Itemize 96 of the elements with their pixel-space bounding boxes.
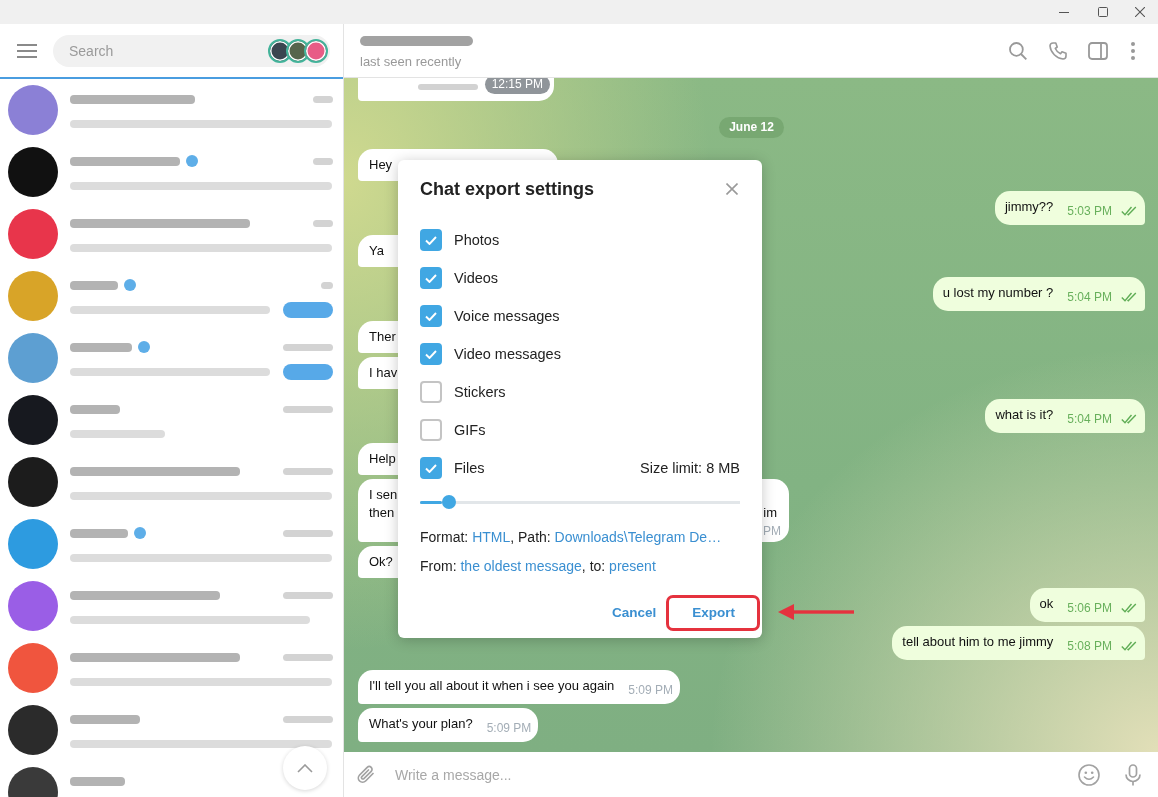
dialog-title: Chat export settings: [420, 178, 595, 201]
redacted-time: [313, 95, 333, 103]
redacted-name: [70, 776, 125, 786]
message-time: PM: [763, 523, 781, 540]
message-time: 5:04 PM: [1067, 290, 1112, 304]
checkbox[interactable]: [420, 305, 442, 327]
phone-icon: [1049, 41, 1067, 60]
message-time: 5:04 PM: [1067, 412, 1112, 426]
redacted-time: [321, 281, 333, 289]
redacted-time: [283, 653, 333, 661]
redacted-name: [70, 404, 120, 414]
redacted-name: [70, 528, 128, 538]
redacted-text: [418, 84, 478, 90]
message-time: 5:03 PM: [1067, 204, 1112, 218]
option-label: Video messages: [454, 346, 562, 362]
microphone-icon: [1125, 763, 1141, 786]
checkmark-icon: [425, 235, 437, 245]
more-icon: [1131, 41, 1135, 60]
redacted-time: [313, 157, 333, 165]
pill-button[interactable]: [283, 364, 333, 380]
message-text: ok: [1039, 595, 1054, 613]
close-icon: [726, 183, 738, 195]
option-label: GIFs: [454, 422, 487, 438]
checkbox[interactable]: [420, 343, 442, 365]
setting-link[interactable]: Downloads\Telegram De…: [554, 529, 722, 545]
message-text: Hey: [369, 156, 393, 174]
avatar-circle[interactable]: [8, 147, 58, 197]
checkmark-icon: [425, 311, 437, 321]
pill-button[interactable]: [283, 302, 333, 318]
checkbox[interactable]: [420, 381, 442, 403]
cancel-button[interactable]: Cancel: [600, 595, 668, 629]
redacted-time: [283, 467, 333, 475]
message-text: u lost my number ?: [942, 284, 1054, 302]
redacted-name: [70, 342, 132, 352]
minimize-icon: [1059, 11, 1069, 13]
close-icon: [1135, 7, 1145, 17]
option-label: Files: [454, 460, 486, 476]
message-time: 5:06 PM: [1067, 601, 1112, 615]
slider-thumb[interactable]: [441, 495, 456, 509]
search-icon: [1009, 41, 1027, 60]
message-time: 5:09 PM: [486, 721, 532, 735]
setting-link[interactable]: the oldest message: [460, 558, 582, 574]
message-text: im: [763, 504, 777, 522]
redacted-time: [283, 529, 333, 537]
redacted-time: [313, 219, 333, 227]
setting-link[interactable]: present: [609, 558, 656, 574]
message-input[interactable]: Write a message...: [388, 764, 1067, 785]
date-separator: June 12: [719, 117, 784, 138]
redacted-time: [283, 715, 333, 723]
maximize-icon: [1098, 7, 1108, 17]
checkbox[interactable]: [420, 457, 442, 479]
message-text: Help: [369, 450, 396, 468]
size-limit-label: Size limit: 8 MB: [640, 460, 740, 476]
smiley-icon: [1078, 763, 1100, 786]
message-text: I sen then: [369, 486, 398, 522]
message-text: jimmy??: [1004, 198, 1054, 216]
sidebar-icon: [1088, 41, 1108, 60]
paperclip-icon: [357, 764, 375, 785]
message-time: 12:15 PM: [484, 78, 550, 94]
last-seen-status: last seen recently: [360, 54, 462, 70]
avatar-circle[interactable]: [8, 457, 58, 507]
message-text: Ya: [369, 242, 384, 260]
message-text: what is it?: [995, 406, 1054, 424]
message-text: I hav: [369, 364, 398, 382]
option-label: Videos: [454, 270, 500, 286]
search-input[interactable]: Search: [69, 40, 268, 61]
checkmark-icon: [425, 463, 437, 473]
option-label: Stickers: [454, 384, 507, 400]
redacted-name: [70, 714, 140, 724]
message-time: 5:09 PM: [628, 683, 673, 697]
redacted-time: [283, 343, 333, 351]
message-text: I'll tell you all about it when i see you again: [369, 677, 615, 695]
menu-icon: [16, 43, 37, 58]
export-button[interactable]: Export: [669, 595, 758, 629]
scroll-up-button[interactable]: [283, 746, 327, 790]
option-label: Voice messages: [454, 308, 561, 324]
message-text: Ok?: [369, 553, 393, 571]
redacted-name: [70, 280, 118, 290]
checkbox[interactable]: [420, 419, 442, 441]
checkmark-icon: [425, 349, 437, 359]
export-setting-line: Format: HTML, Path: Downloads\Telegram De…: [420, 528, 723, 547]
chevron-up-icon: [297, 763, 313, 773]
message-text: tell about him to me jimmy: [902, 633, 1054, 651]
redacted-time: [283, 591, 333, 599]
option-label: Photos: [454, 232, 501, 248]
avatar-circle[interactable]: [8, 705, 58, 755]
redacted-time: [283, 405, 333, 413]
checkbox[interactable]: [420, 229, 442, 251]
search-field[interactable]: Search: [53, 34, 330, 67]
checkbox[interactable]: [420, 267, 442, 289]
checkmark-icon: [425, 273, 437, 283]
message-text: Ther: [369, 328, 396, 346]
message-text: What's your plan?: [369, 715, 473, 733]
message-time: 5:08 PM: [1067, 639, 1112, 653]
avatar-circle[interactable]: [8, 395, 58, 445]
export-setting-line: From: the oldest message, to: present: [420, 557, 657, 576]
